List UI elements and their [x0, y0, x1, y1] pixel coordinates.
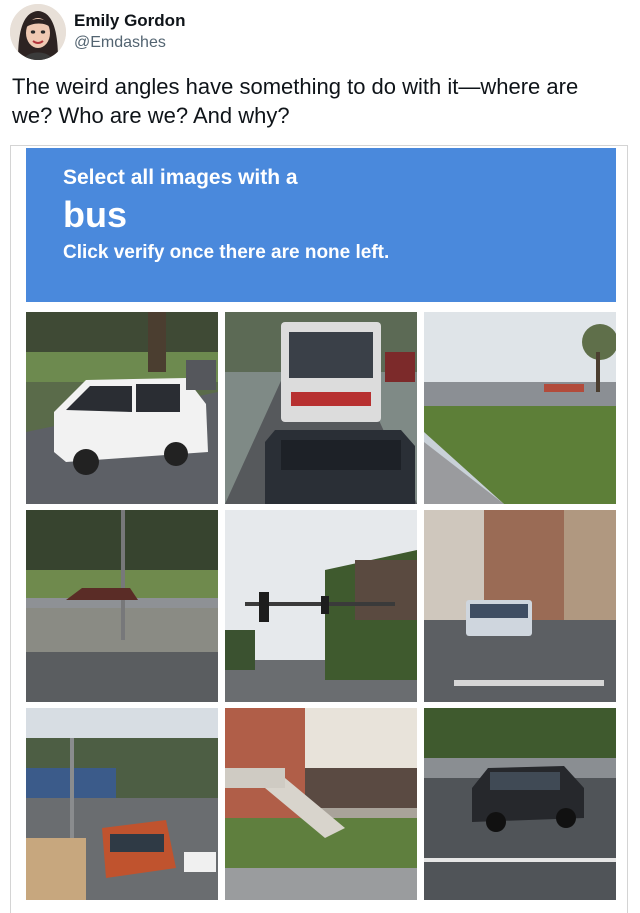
avatar[interactable] [10, 4, 66, 60]
captcha-tile-8[interactable] [225, 708, 417, 900]
highway-barrier-photo [26, 510, 218, 702]
captcha-banner: Select all images with a bus Click verif… [26, 148, 616, 302]
avatar-portrait-icon [10, 4, 66, 60]
captcha-tile-3[interactable] [424, 312, 616, 504]
tweet-header: Emily Gordon @Emdashes [10, 2, 185, 62]
captcha-subinstruction: Click verify once there are none left. [63, 242, 390, 263]
author-names: Emily Gordon @Emdashes [74, 10, 185, 54]
user-handle[interactable]: @Emdashes [74, 32, 185, 54]
captcha-tile-6[interactable] [424, 510, 616, 702]
captcha-instruction: Select all images with a [63, 166, 298, 189]
captcha-tile-5[interactable] [225, 510, 417, 702]
captcha-tile-1[interactable] [26, 312, 218, 504]
city-street-bus-photo [424, 510, 616, 702]
tweet: Emily Gordon @Emdashes The weird angles … [0, 0, 640, 913]
minivan-photo [26, 312, 218, 504]
captcha-tile-4[interactable] [26, 510, 218, 702]
captcha-tile-2[interactable] [225, 312, 417, 504]
dark-suv-photo [424, 708, 616, 900]
captcha-tile-7[interactable] [26, 708, 218, 900]
bus-rear-photo [225, 312, 417, 504]
red-bus-street-photo [26, 708, 218, 900]
captcha-target-word: bus [63, 194, 128, 235]
road-grass-photo [424, 312, 616, 504]
traffic-light-photo [225, 510, 417, 702]
brick-house-photo [225, 708, 417, 900]
display-name[interactable]: Emily Gordon [74, 10, 185, 32]
captcha-tile-9[interactable] [424, 708, 616, 900]
tweet-text: The weird angles have something to do wi… [12, 74, 579, 128]
captcha-image: Select all images with a bus Click verif… [10, 145, 628, 913]
